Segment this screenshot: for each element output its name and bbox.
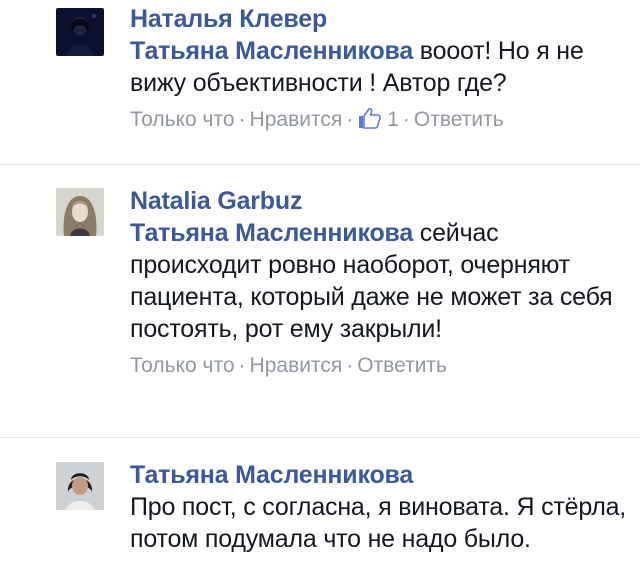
comment-body: Natalia Garbuz Татьяна Масленникова сейч… <box>130 186 635 380</box>
dark-hair-woman-profile-photo-icon <box>56 462 104 510</box>
comment-author[interactable]: Наталья Клевер <box>130 4 635 35</box>
separator-dot: · <box>238 108 246 131</box>
like-button[interactable]: Нравится <box>250 354 343 377</box>
comment-body: Татьяна Масленникова Про пост, с согласн… <box>130 460 635 555</box>
comment-author[interactable]: Natalia Garbuz <box>130 186 635 217</box>
thumbs-up-icon[interactable] <box>357 107 382 129</box>
reply-button[interactable]: Ответить <box>414 108 504 131</box>
comment-divider <box>0 164 640 165</box>
timestamp[interactable]: Только что <box>130 354 235 377</box>
mention-link[interactable]: Татьяна Масленникова <box>130 37 413 65</box>
comment-text: Татьяна Масленникова сейчас происходит р… <box>130 217 635 345</box>
like-button[interactable]: Нравится <box>250 108 343 131</box>
timestamp[interactable]: Только что <box>130 108 235 131</box>
blonde-woman-profile-photo-icon <box>56 188 104 236</box>
comment-feed: Наталья Клевер Татьяна Масленникова вооо… <box>0 0 640 585</box>
comment-author[interactable]: Татьяна Масленникова <box>130 460 635 491</box>
comment-text: Про пост, с согласна, я виновата. Я стёр… <box>130 493 627 553</box>
comment-body: Наталья Клевер Татьяна Масленникова вооо… <box>130 4 635 134</box>
dark-profile-photo-icon <box>56 8 104 56</box>
reply-button[interactable]: Ответить <box>357 354 447 377</box>
separator-dot: · <box>238 354 246 377</box>
comment-actions: Только что · Нравится · Ответить <box>130 352 635 380</box>
separator-dot: · <box>402 108 410 131</box>
separator-dot: · <box>346 108 354 131</box>
mention-link[interactable]: Татьяна Масленникова <box>130 219 413 247</box>
avatar[interactable] <box>56 462 104 510</box>
avatar[interactable] <box>56 8 104 56</box>
avatar[interactable] <box>56 188 104 236</box>
comment-actions: Только что · Нравится · 1 · Ответить <box>130 106 635 134</box>
comment-text: Татьяна Масленникова вооот! Но я не вижу… <box>130 35 635 99</box>
comment-divider <box>0 437 640 438</box>
like-count[interactable]: 1 <box>387 108 399 131</box>
separator-dot: · <box>346 354 354 377</box>
